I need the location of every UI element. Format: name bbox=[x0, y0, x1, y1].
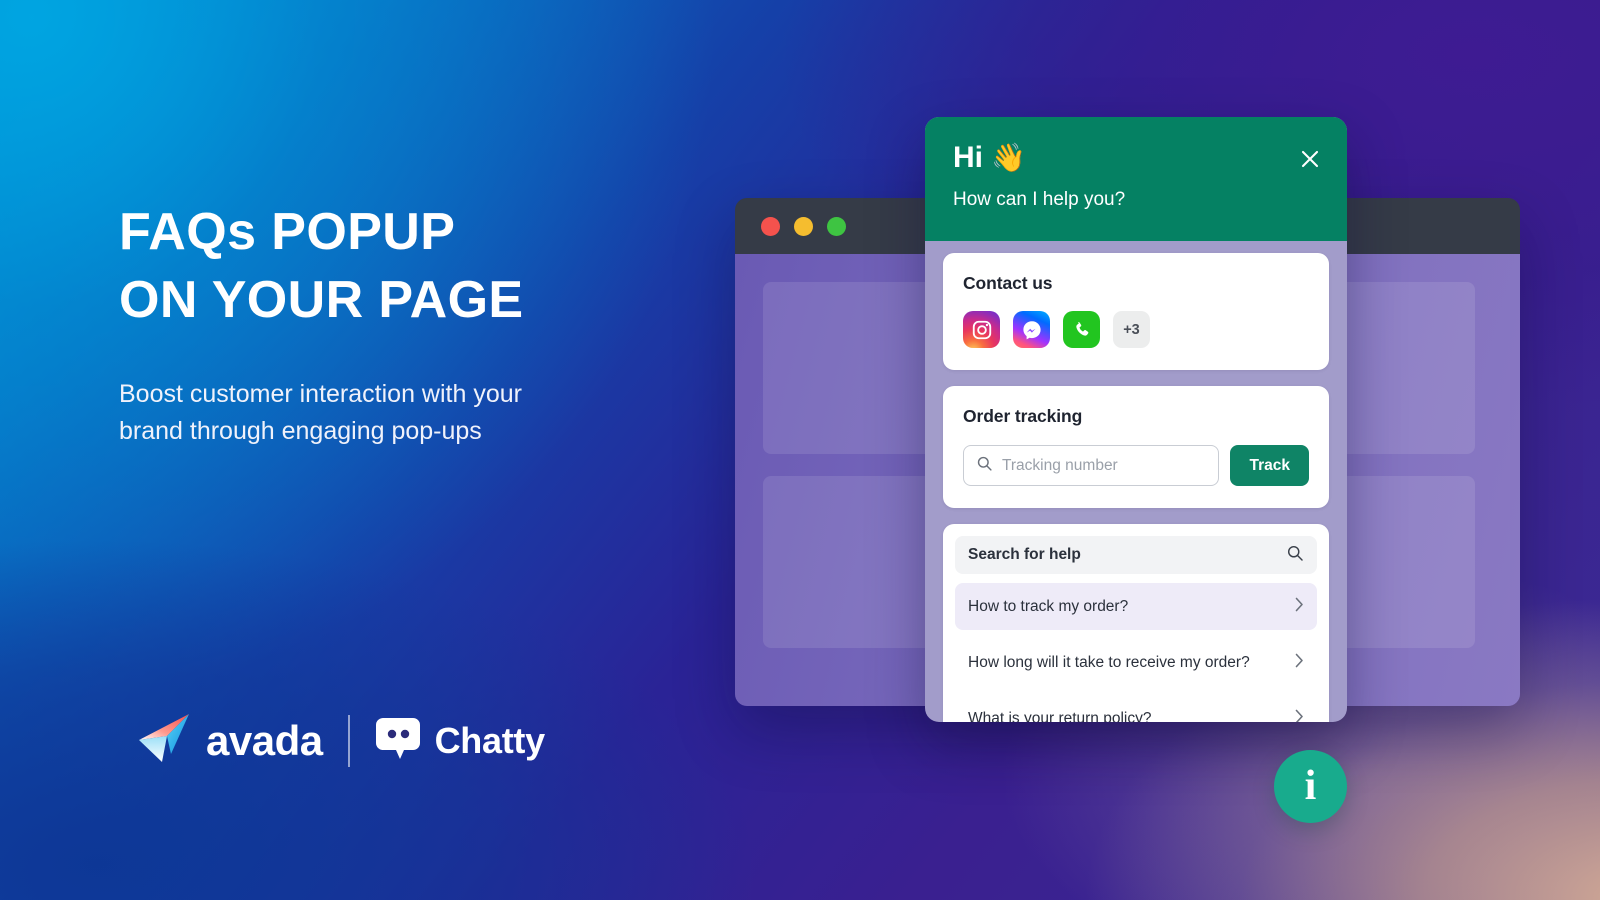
order-tracking-form: Track bbox=[963, 445, 1309, 486]
search-icon[interactable] bbox=[1286, 544, 1304, 567]
brand-lockup: avada Chatty bbox=[137, 712, 545, 769]
chatty-wordmark: Chatty bbox=[434, 719, 546, 761]
window-maximize-dot[interactable] bbox=[827, 216, 846, 236]
messenger-icon[interactable] bbox=[1013, 311, 1050, 348]
track-button[interactable]: Track bbox=[1230, 445, 1309, 486]
faq-question: What is your return policy? bbox=[968, 709, 1152, 723]
brand-divider bbox=[347, 714, 350, 767]
paper-plane-icon bbox=[137, 712, 193, 769]
chat-widget: Hi 👋 How can I help you? Contact us +3 O… bbox=[925, 117, 1347, 722]
search-for-help-input[interactable]: Search for help bbox=[955, 536, 1317, 574]
contact-us-card: Contact us +3 bbox=[943, 253, 1329, 370]
widget-subtitle: How can I help you? bbox=[953, 189, 1126, 210]
instagram-icon[interactable] bbox=[963, 311, 1000, 348]
tracking-number-input[interactable] bbox=[1002, 456, 1207, 475]
faq-question: How long will it take to receive my orde… bbox=[968, 653, 1250, 671]
order-tracking-title: Order tracking bbox=[963, 406, 1083, 426]
chevron-right-icon bbox=[1295, 653, 1304, 673]
avada-logo: avada bbox=[137, 712, 323, 769]
widget-header: Hi 👋 How can I help you? bbox=[925, 117, 1347, 241]
chevron-right-icon bbox=[1295, 709, 1304, 722]
widget-body[interactable]: Contact us +3 Order tracking Tracking nu… bbox=[925, 253, 1347, 722]
contact-channel-list: +3 bbox=[963, 311, 1309, 348]
avada-wordmark: avada bbox=[206, 716, 323, 764]
widget-greeting: Hi 👋 bbox=[953, 143, 1319, 173]
waving-hand-icon: 👋 bbox=[991, 142, 1026, 173]
whatsapp-phone-icon[interactable] bbox=[1063, 311, 1100, 348]
close-icon[interactable] bbox=[1297, 146, 1323, 172]
chevron-right-icon bbox=[1295, 597, 1304, 617]
contact-us-title: Contact us bbox=[963, 273, 1053, 293]
chatty-logo: Chatty bbox=[375, 716, 545, 765]
info-icon[interactable]: i bbox=[1274, 750, 1347, 823]
faq-question: How to track my order? bbox=[968, 597, 1129, 615]
hero-copy: FAQs POPUP ON YOUR PAGE Boost customer i… bbox=[119, 198, 739, 450]
more-channels-button[interactable]: +3 bbox=[1113, 311, 1150, 348]
order-tracking-card: Order tracking Track bbox=[943, 386, 1329, 508]
page-root: FAQs POPUP ON YOUR PAGE Boost customer i… bbox=[0, 0, 1600, 900]
faq-item[interactable]: How long will it take to receive my orde… bbox=[955, 639, 1317, 686]
search-icon bbox=[976, 455, 993, 477]
hero-subtitle: Boost customer interaction with your bra… bbox=[119, 380, 522, 445]
info-glyph: i bbox=[1304, 762, 1317, 809]
faq-item[interactable]: What is your return policy? bbox=[955, 695, 1317, 722]
search-for-help-label: Search for help bbox=[968, 546, 1081, 563]
faq-item[interactable]: How to track my order? bbox=[955, 583, 1317, 630]
window-minimize-dot[interactable] bbox=[794, 216, 813, 236]
tracking-input-wrapper[interactable] bbox=[963, 445, 1220, 486]
widget-greeting-text: Hi bbox=[953, 141, 983, 174]
page-title: FAQs POPUP ON YOUR PAGE bbox=[119, 203, 524, 329]
window-close-dot[interactable] bbox=[761, 216, 780, 236]
chat-bubble-icon bbox=[375, 716, 421, 765]
help-card: Search for help How to track my order? H… bbox=[943, 524, 1329, 722]
